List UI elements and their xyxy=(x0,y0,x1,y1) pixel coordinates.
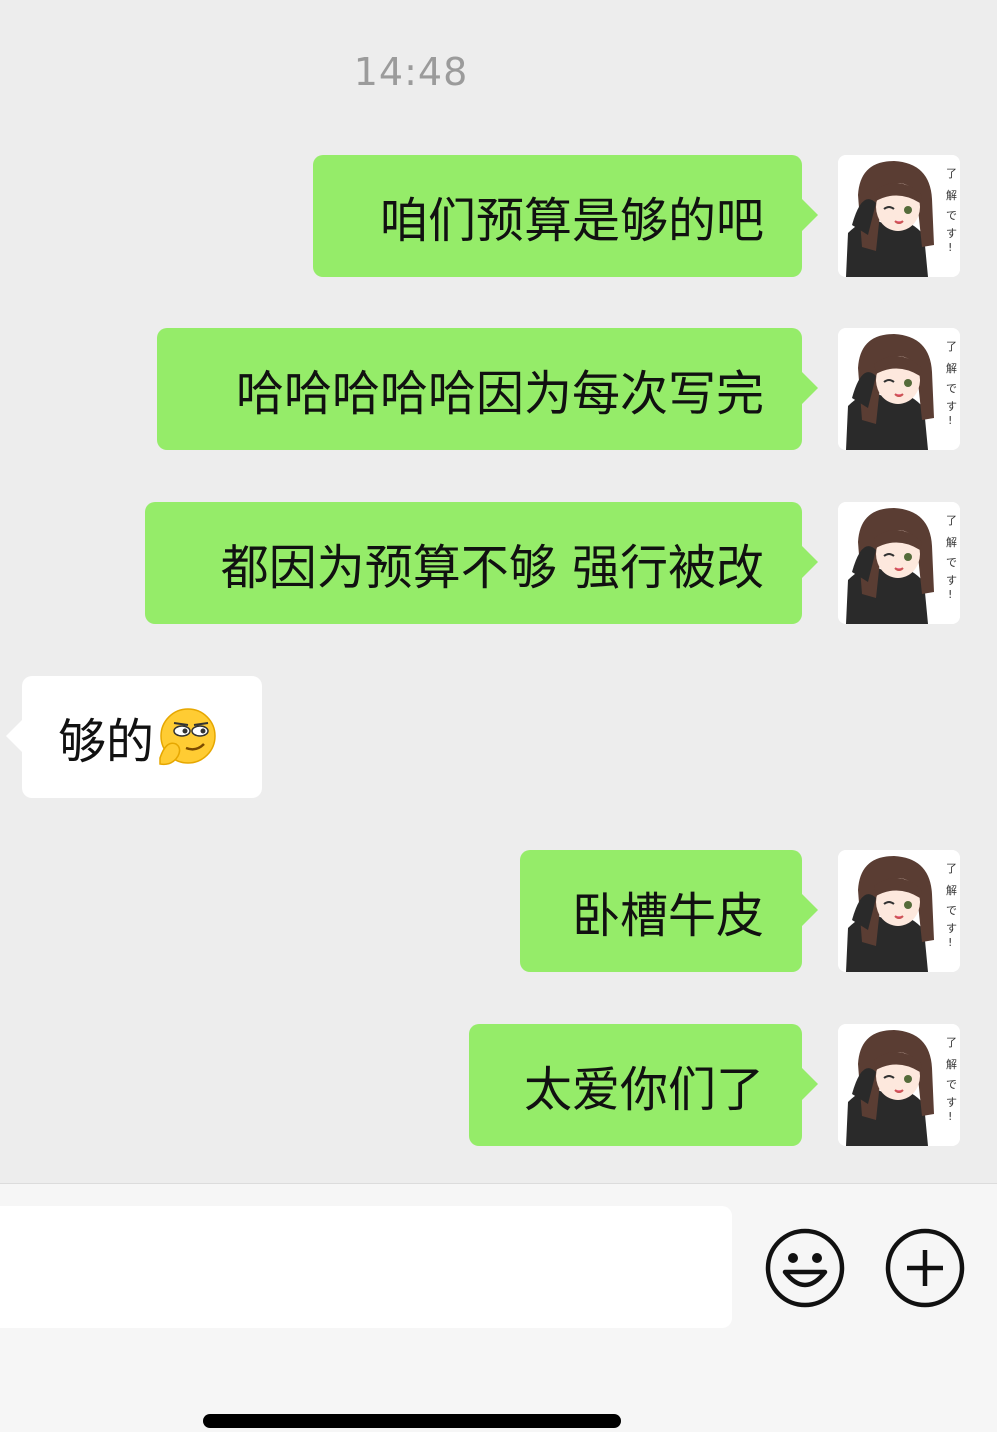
avatar-caption-glyph-2: 解 xyxy=(946,188,957,202)
svg-text:解: 解 xyxy=(946,361,957,375)
message-text: 够的 xyxy=(58,714,155,770)
svg-text:す: す xyxy=(946,574,957,587)
anime-girl-avatar-icon: 了 解 で す ! xyxy=(838,850,960,972)
message-bubble-sent[interactable]: 咱们预算是够的吧 xyxy=(313,155,818,277)
svg-text:!: ! xyxy=(948,588,952,601)
smiley-face-icon xyxy=(765,1228,845,1308)
svg-text:解: 解 xyxy=(946,535,957,549)
svg-text:解: 解 xyxy=(946,1057,957,1071)
svg-text:了: 了 xyxy=(946,340,957,353)
anime-girl-avatar-icon: 了 解 で す ! xyxy=(838,1024,960,1146)
svg-text:!: ! xyxy=(948,936,952,949)
svg-text:で: で xyxy=(946,1078,957,1091)
svg-text:で: で xyxy=(946,556,957,569)
avatar-caption-glyph-3: で xyxy=(946,209,957,222)
svg-text:す: す xyxy=(946,1096,957,1109)
avatar-caption-glyph-1: 了 xyxy=(946,167,957,180)
anime-girl-avatar-icon: 了 解 で す ! xyxy=(838,502,960,624)
message-bubble-received[interactable]: 够的 xyxy=(6,676,262,798)
sender-avatar[interactable]: 了 解 で す ! xyxy=(838,1024,960,1146)
message-input-field[interactable] xyxy=(0,1206,732,1328)
home-indicator[interactable] xyxy=(203,1414,621,1428)
svg-text:解: 解 xyxy=(946,883,957,897)
smirk-emoji-icon xyxy=(156,706,218,768)
message-bubble-sent[interactable]: 都因为预算不够 强行被改 xyxy=(145,502,818,624)
plus-circle-icon xyxy=(885,1228,965,1308)
chat-timestamp: 14:48 xyxy=(353,50,469,94)
sender-avatar[interactable]: 了 解 で す ! xyxy=(838,850,960,972)
message-input-bar xyxy=(0,1183,997,1432)
message-bubble-sent[interactable]: 哈哈哈哈哈因为每次写完 xyxy=(157,328,818,450)
message-text: 卧槽牛皮 xyxy=(571,888,764,944)
message-text: 都因为预算不够 强行被改 xyxy=(220,540,764,596)
sender-avatar[interactable]: 了 解 で す ! xyxy=(838,328,960,450)
anime-girl-avatar-icon: 了 解 で す ! xyxy=(838,155,960,277)
message-text: 太爱你们了 xyxy=(523,1062,764,1118)
svg-text:す: す xyxy=(946,400,957,413)
emoji-button[interactable] xyxy=(765,1228,845,1308)
sender-avatar[interactable]: 了 解 で す ! xyxy=(838,155,960,277)
svg-text:!: ! xyxy=(948,414,952,427)
svg-text:了: 了 xyxy=(946,514,957,527)
avatar-caption-glyph-4: す xyxy=(946,227,957,240)
svg-text:了: 了 xyxy=(946,1036,957,1049)
svg-text:了: 了 xyxy=(946,862,957,875)
sender-avatar[interactable]: 了 解 で す ! xyxy=(838,502,960,624)
svg-text:で: で xyxy=(946,382,957,395)
message-bubble-sent[interactable]: 太爱你们了 xyxy=(469,1024,818,1146)
svg-text:で: で xyxy=(946,904,957,917)
svg-text:!: ! xyxy=(948,1110,952,1123)
message-bubble-sent[interactable]: 卧槽牛皮 xyxy=(520,850,818,972)
message-text: 哈哈哈哈哈因为每次写完 xyxy=(235,366,764,422)
svg-text:す: す xyxy=(946,922,957,935)
anime-girl-avatar-icon: 了 解 で す ! xyxy=(838,328,960,450)
avatar-caption-glyph-5: ! xyxy=(948,241,952,254)
more-actions-button[interactable] xyxy=(885,1228,965,1308)
message-text: 咱们预算是够的吧 xyxy=(379,193,764,249)
